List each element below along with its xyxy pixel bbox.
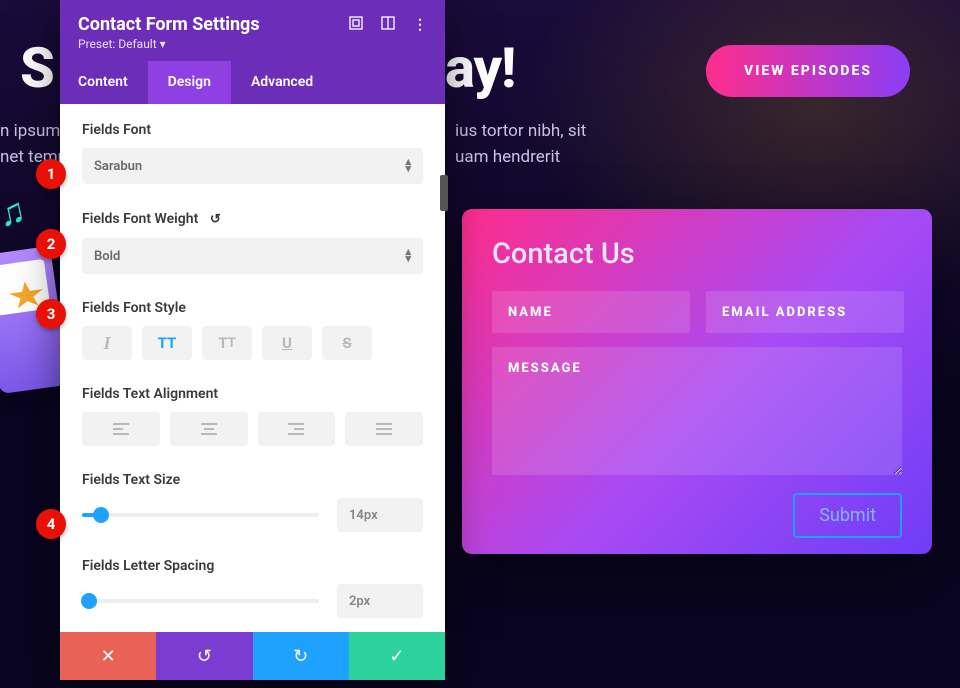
fields-font-value: Sarabun bbox=[94, 159, 142, 174]
panel-header-actions: ⋮ bbox=[349, 16, 427, 34]
redo-button[interactable]: ↻ bbox=[253, 632, 349, 680]
fields-font-group: Fields Font Sarabun ▴▾ bbox=[82, 122, 423, 184]
chevron-updown-icon: ▴▾ bbox=[405, 249, 411, 262]
fields-style-label: Fields Font Style bbox=[82, 300, 423, 316]
contact-title: Contact Us bbox=[492, 237, 902, 271]
annotation-marker-1: 1 bbox=[36, 159, 66, 189]
expand-icon[interactable] bbox=[349, 16, 363, 34]
save-button[interactable]: ✓ bbox=[349, 632, 445, 680]
fields-size-group: Fields Text Size 14px bbox=[82, 472, 423, 532]
name-field[interactable] bbox=[492, 291, 690, 333]
align-left-button[interactable] bbox=[82, 412, 160, 446]
fields-weight-select[interactable]: Bold ▴▾ bbox=[82, 238, 423, 274]
annotation-marker-3: 3 bbox=[36, 299, 66, 329]
view-episodes-button[interactable]: VIEW EPISODES bbox=[706, 45, 910, 97]
fields-spacing-group: Fields Letter Spacing 2px bbox=[82, 558, 423, 618]
fields-style-group: Fields Font Style I TT TT U S bbox=[82, 300, 423, 360]
preset-selector[interactable]: Preset: Default ▾ bbox=[78, 37, 427, 51]
fields-font-select[interactable]: Sarabun ▴▾ bbox=[82, 148, 423, 184]
fields-spacing-label: Fields Letter Spacing bbox=[82, 558, 423, 574]
panel-tabs: Content Design Advanced bbox=[60, 61, 445, 104]
fields-weight-label: Fields Font Weight ↺ bbox=[82, 210, 423, 228]
hero-heading-fragment-left: S bbox=[20, 35, 54, 101]
fields-size-slider[interactable] bbox=[82, 513, 319, 517]
hero-para-frag-1: n ipsum bbox=[0, 118, 60, 144]
fields-size-value[interactable]: 14px bbox=[337, 498, 423, 532]
reset-icon[interactable]: ↺ bbox=[206, 210, 224, 228]
contact-form-card: Contact Us Submit bbox=[462, 209, 932, 554]
settings-panel: Contact Form Settings ⋮ Preset: Default … bbox=[60, 0, 445, 680]
panel-scroll-handle[interactable] bbox=[440, 175, 448, 211]
contact-row-1 bbox=[492, 291, 902, 333]
align-right-button[interactable] bbox=[258, 412, 336, 446]
fields-spacing-slider[interactable] bbox=[82, 599, 319, 603]
annotation-marker-4: 4 bbox=[36, 509, 66, 539]
fields-spacing-value[interactable]: 2px bbox=[337, 584, 423, 618]
hero-para-frag-3: ius tortor nibh, sit bbox=[455, 118, 586, 144]
slider-thumb[interactable] bbox=[93, 507, 109, 523]
cancel-button[interactable]: ✕ bbox=[60, 632, 156, 680]
chevron-updown-icon: ▴▾ bbox=[405, 159, 411, 172]
fields-align-group: Fields Text Alignment bbox=[82, 386, 423, 446]
smallcaps-button[interactable]: TT bbox=[202, 326, 252, 360]
email-field[interactable] bbox=[706, 291, 904, 333]
fields-align-label: Fields Text Alignment bbox=[82, 386, 423, 402]
strikethrough-button[interactable]: S bbox=[322, 326, 372, 360]
message-field[interactable] bbox=[492, 347, 902, 475]
more-icon[interactable]: ⋮ bbox=[413, 17, 427, 33]
hero-para-frag-4: uam hendrerit bbox=[455, 144, 560, 170]
fields-weight-group: Fields Font Weight ↺ Bold ▴▾ bbox=[82, 210, 423, 274]
hero-heading-fragment-right: ay! bbox=[445, 35, 515, 101]
fields-weight-label-text: Fields Font Weight bbox=[82, 211, 198, 227]
underline-button[interactable]: U bbox=[262, 326, 312, 360]
align-buttons bbox=[82, 412, 423, 446]
align-center-button[interactable] bbox=[170, 412, 248, 446]
tab-design[interactable]: Design bbox=[148, 61, 231, 104]
slider-thumb[interactable] bbox=[81, 593, 97, 609]
tab-advanced[interactable]: Advanced bbox=[231, 61, 333, 104]
undo-button[interactable]: ↺ bbox=[156, 632, 252, 680]
music-note-icon: ♫ bbox=[0, 186, 42, 233]
fields-font-label: Fields Font bbox=[82, 122, 423, 138]
contact-submit-row: Submit bbox=[492, 493, 902, 538]
submit-button[interactable]: Submit bbox=[793, 493, 902, 538]
fields-weight-value: Bold bbox=[94, 249, 120, 264]
panel-body[interactable]: Fields Font Sarabun ▴▾ Fields Font Weigh… bbox=[60, 104, 445, 632]
annotation-marker-2: 2 bbox=[36, 229, 66, 259]
align-justify-button[interactable] bbox=[345, 412, 423, 446]
panel-header: Contact Form Settings ⋮ Preset: Default … bbox=[60, 0, 445, 61]
uppercase-button[interactable]: TT bbox=[142, 326, 192, 360]
snap-icon[interactable] bbox=[381, 16, 395, 34]
panel-title: Contact Form Settings bbox=[78, 14, 260, 35]
fields-size-label: Fields Text Size bbox=[82, 472, 423, 488]
panel-footer: ✕ ↺ ↻ ✓ bbox=[60, 632, 445, 680]
font-style-buttons: I TT TT U S bbox=[82, 326, 423, 360]
tab-content[interactable]: Content bbox=[60, 61, 148, 104]
italic-button[interactable]: I bbox=[82, 326, 132, 360]
